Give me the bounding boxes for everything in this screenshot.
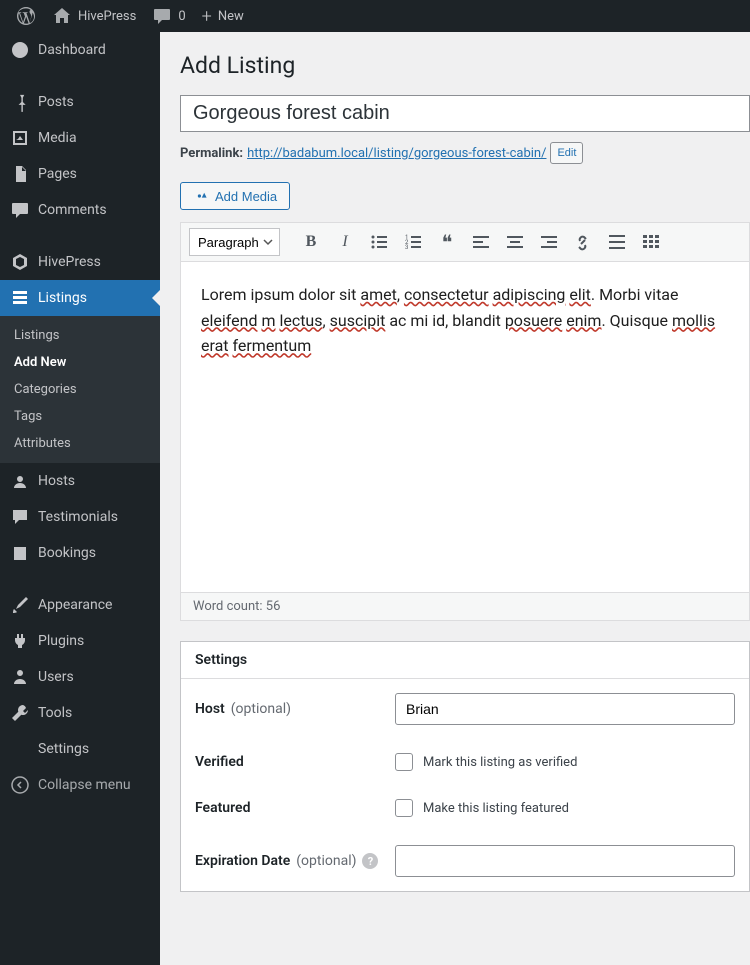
menu-users[interactable]: Users: [0, 659, 160, 695]
submenu-categories[interactable]: Categories: [0, 376, 160, 403]
quote-button[interactable]: ❝: [432, 227, 462, 257]
menu-tools[interactable]: Tools: [0, 695, 160, 731]
number-list-button[interactable]: 123: [398, 227, 428, 257]
readmore-icon: [607, 232, 627, 252]
user-icon: [10, 667, 30, 687]
align-right-icon: [539, 232, 559, 252]
menu-media[interactable]: Media: [0, 120, 160, 156]
add-media-button[interactable]: Add Media: [180, 182, 290, 210]
main-content: Add Listing Permalink: http://badabum.lo…: [160, 32, 750, 965]
comments-link[interactable]: 0: [144, 0, 193, 32]
featured-desc: Make this listing featured: [423, 801, 569, 816]
ol-icon: 123: [403, 232, 423, 252]
menu-settings[interactable]: Settings: [0, 731, 160, 767]
dashboard-icon: [10, 40, 30, 60]
editor-content[interactable]: Lorem ipsum dolor sit amet, consectetur …: [181, 262, 749, 592]
listing-title-input[interactable]: [180, 95, 750, 132]
menu-listings[interactable]: Listings: [0, 280, 160, 316]
calendar-icon: [10, 543, 30, 563]
pages-icon: [10, 164, 30, 184]
align-center-button[interactable]: [500, 227, 530, 257]
site-name: HivePress: [78, 9, 136, 24]
submenu-listings: Listings Add New Categories Tags Attribu…: [0, 316, 160, 463]
menu-bookings[interactable]: Bookings: [0, 535, 160, 571]
verified-checkbox[interactable]: [395, 753, 413, 771]
link-button[interactable]: [568, 227, 598, 257]
plug-icon: [10, 631, 30, 651]
collapse-menu[interactable]: Collapse menu: [0, 767, 160, 803]
align-left-icon: [471, 232, 491, 252]
collapse-icon: [10, 775, 30, 795]
link-icon: [573, 232, 593, 252]
field-host: Host (optional): [195, 693, 735, 725]
format-select[interactable]: Paragraph: [189, 228, 280, 256]
field-verified: Verified Mark this listing as verified: [195, 753, 735, 771]
field-expiration: Expiration Date (optional) ?: [195, 845, 735, 877]
site-home-link[interactable]: HivePress: [44, 0, 144, 32]
admin-topbar: HivePress 0 + New: [0, 0, 750, 32]
page-title: Add Listing: [180, 52, 750, 79]
bold-button[interactable]: B: [296, 227, 326, 257]
word-count: Word count: 56: [181, 592, 749, 620]
wp-logo-menu[interactable]: [8, 0, 44, 32]
submenu-tags[interactable]: Tags: [0, 403, 160, 430]
listings-icon: [10, 288, 30, 308]
field-featured: Featured Make this listing featured: [195, 799, 735, 817]
testimonials-icon: [10, 507, 30, 527]
menu-plugins[interactable]: Plugins: [0, 623, 160, 659]
permalink-label: Permalink:: [180, 146, 243, 161]
menu-hosts[interactable]: Hosts: [0, 463, 160, 499]
media-icon: [193, 188, 209, 204]
submenu-attributes[interactable]: Attributes: [0, 430, 160, 457]
submenu-add-new[interactable]: Add New: [0, 349, 160, 376]
verified-desc: Mark this listing as verified: [423, 755, 577, 770]
svg-text:3: 3: [405, 244, 408, 251]
help-icon[interactable]: ?: [362, 853, 378, 869]
hosts-icon: [10, 471, 30, 491]
plus-icon: +: [202, 6, 212, 27]
editor-toolbar: Paragraph B I 123 ❝: [181, 223, 749, 262]
home-icon: [52, 6, 72, 26]
italic-button[interactable]: I: [330, 227, 360, 257]
admin-sidebar: Dashboard Posts Media Pages Comments Hiv…: [0, 32, 160, 965]
permalink-row: Permalink: http://badabum.local/listing/…: [180, 142, 750, 164]
menu-hivepress[interactable]: HivePress: [0, 244, 160, 280]
new-content-link[interactable]: + New: [194, 0, 252, 32]
settings-panel: Settings Host (optional) Verified Mark t…: [180, 641, 750, 892]
edit-permalink-button[interactable]: Edit: [550, 142, 583, 164]
pin-icon: [10, 92, 30, 112]
comment-icon: [152, 6, 172, 26]
expiration-input[interactable]: [395, 845, 735, 877]
menu-dashboard[interactable]: Dashboard: [0, 32, 160, 68]
align-center-icon: [505, 232, 525, 252]
comment-count: 0: [178, 9, 185, 24]
settings-header: Settings: [181, 642, 749, 679]
sliders-icon: [10, 739, 30, 759]
menu-pages[interactable]: Pages: [0, 156, 160, 192]
menu-appearance[interactable]: Appearance: [0, 587, 160, 623]
kitchen-sink-button[interactable]: [636, 227, 666, 257]
wordpress-icon: [16, 6, 36, 26]
align-left-button[interactable]: [466, 227, 496, 257]
new-label: New: [218, 9, 244, 24]
menu-testimonials[interactable]: Testimonials: [0, 499, 160, 535]
submenu-listings-all[interactable]: Listings: [0, 322, 160, 349]
align-right-button[interactable]: [534, 227, 564, 257]
ul-icon: [369, 232, 389, 252]
menu-posts[interactable]: Posts: [0, 84, 160, 120]
menu-comments[interactable]: Comments: [0, 192, 160, 228]
host-select[interactable]: [395, 693, 735, 725]
readmore-button[interactable]: [602, 227, 632, 257]
featured-checkbox[interactable]: [395, 799, 413, 817]
media-icon: [10, 128, 30, 148]
permalink-link[interactable]: http://badabum.local/listing/gorgeous-fo…: [247, 146, 546, 161]
kitchen-sink-icon: [641, 232, 661, 252]
comment-icon: [10, 200, 30, 220]
hivepress-icon: [10, 252, 30, 272]
bullet-list-button[interactable]: [364, 227, 394, 257]
editor-box: Paragraph B I 123 ❝ Lorem ipsum dolor si…: [180, 222, 750, 621]
brush-icon: [10, 595, 30, 615]
wrench-icon: [10, 703, 30, 723]
